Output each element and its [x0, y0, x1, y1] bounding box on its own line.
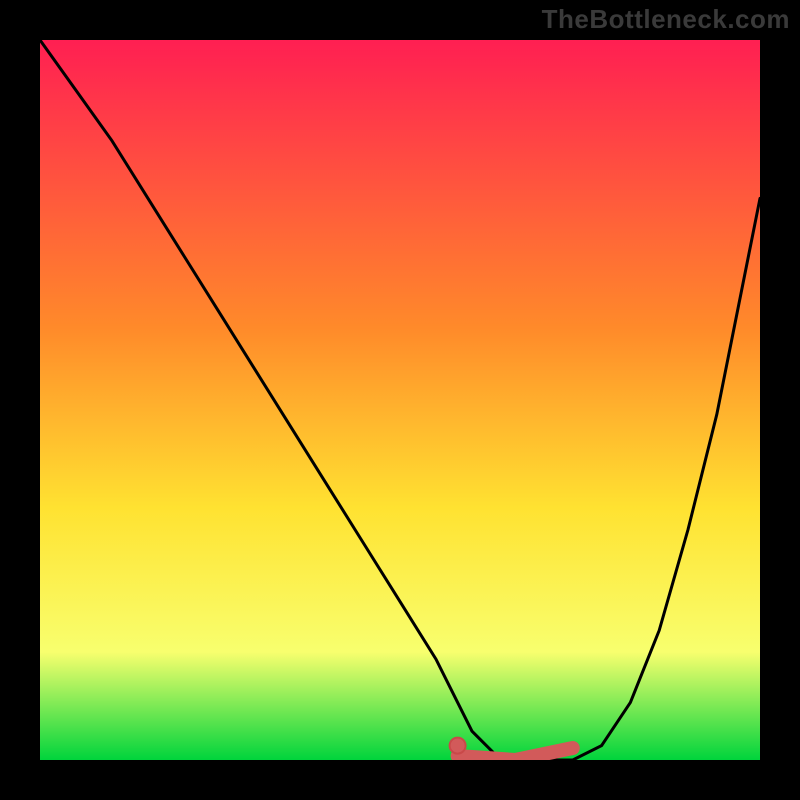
attribution-label: TheBottleneck.com — [542, 4, 790, 35]
chart-frame: TheBottleneck.com — [0, 0, 800, 800]
chart-svg — [40, 40, 760, 760]
plot-area — [40, 40, 760, 760]
optimal-point-marker — [450, 738, 466, 754]
